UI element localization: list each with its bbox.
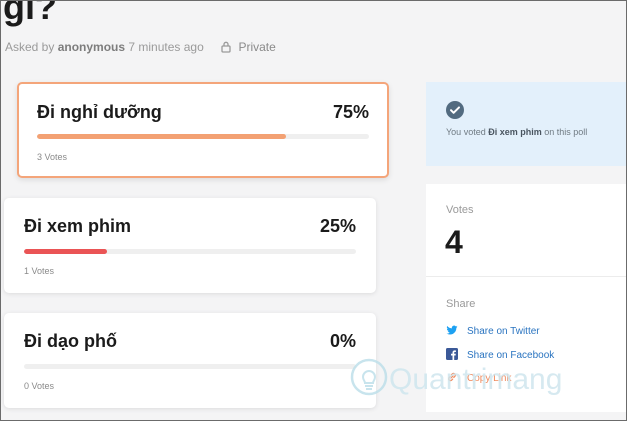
watermark-logo: Quantrimang [350, 358, 562, 396]
option-percent: 25% [319, 216, 356, 236]
option-label: Đi nghỉ dưỡng [37, 102, 162, 122]
option-percent: 0% [329, 331, 356, 351]
share-label: Share [446, 298, 476, 310]
option-label: Đi dạo phố [24, 331, 117, 351]
share-twitter-label: Share on Twitter [467, 326, 540, 337]
lock-icon [221, 41, 231, 53]
option-percent: 75% [332, 102, 369, 122]
option-progress-track [37, 134, 369, 139]
asked-by-prefix: Asked by [5, 40, 58, 54]
check-circle-icon [446, 101, 464, 119]
share-twitter-link[interactable]: Share on Twitter [446, 325, 540, 337]
poll-option-1[interactable]: Đi nghỉ dưỡng 75% 3 Votes [17, 82, 389, 178]
author-name: anonymous [57, 40, 126, 54]
poll-option-2[interactable]: Đi xem phim 25% 1 Votes [4, 198, 376, 293]
votes-count: 4 [445, 224, 463, 260]
privacy-label: Private [238, 40, 276, 54]
voted-prefix: You voted [446, 127, 489, 137]
poll-meta: Asked by anonymous 7 minutes ago Private [5, 40, 276, 54]
voted-suffix: on this poll [541, 127, 588, 137]
asked-time: 7 minutes ago [128, 40, 204, 54]
poll-option-3[interactable]: Đi dạo phố 0% 0 Votes [4, 313, 376, 408]
voted-notice: You voted Đi xem phim on this poll [426, 82, 626, 166]
option-label: Đi xem phim [24, 216, 132, 236]
option-progress-fill [24, 249, 107, 254]
votes-label: Votes [446, 204, 474, 216]
twitter-icon [446, 325, 458, 335]
voted-message: You voted Đi xem phim on this poll [446, 126, 616, 138]
option-votes: 3 Votes [37, 152, 68, 162]
option-votes: 0 Votes [24, 381, 55, 391]
divider [426, 276, 626, 277]
option-progress-fill [37, 134, 286, 139]
watermark-text: Quantrimang [389, 363, 562, 396]
option-votes: 1 Votes [24, 266, 55, 276]
option-progress-track [24, 249, 356, 254]
option-progress-track [24, 364, 356, 369]
voted-choice: Đi xem phim [488, 127, 542, 137]
poll-title: gì? [3, 0, 57, 27]
poll-page: gì? Asked by anonymous 7 minutes ago Pri… [0, 0, 627, 421]
